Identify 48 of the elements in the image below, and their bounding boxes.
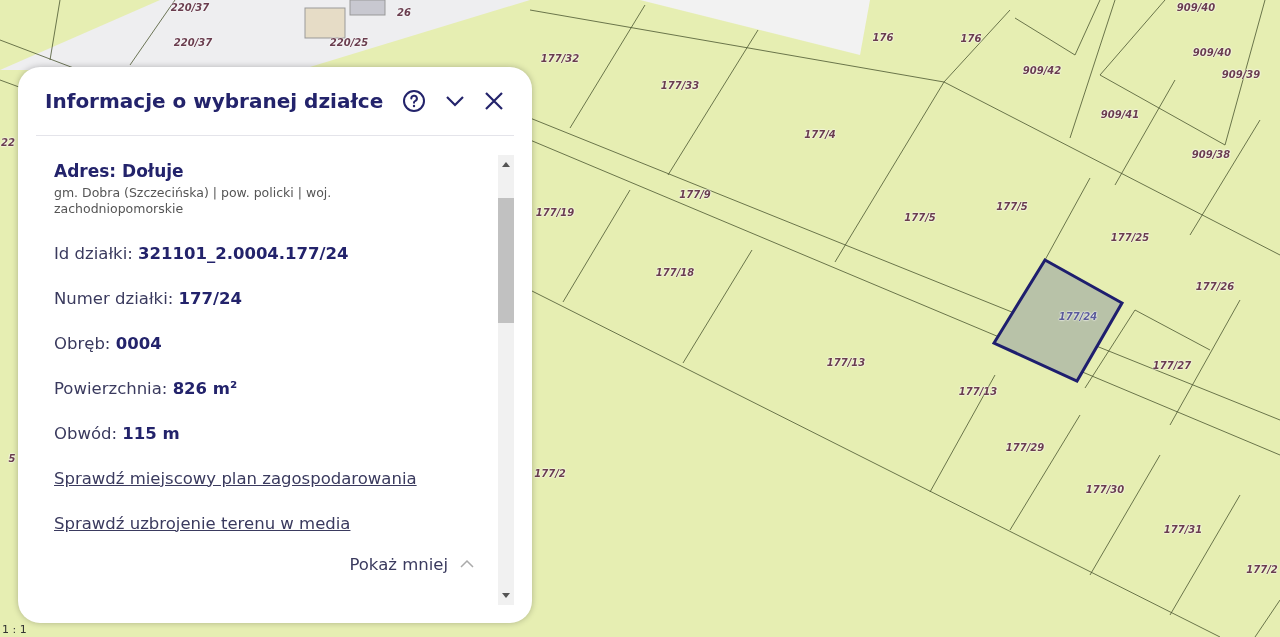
parcel-number: 5 xyxy=(8,452,16,464)
show-less-button[interactable]: Pokaż mniej xyxy=(349,554,474,574)
info-field: Numer działki: 177/24 xyxy=(54,288,498,308)
parcel-number: 177/2 xyxy=(534,467,566,479)
info-field: Id działki: 321101_2.0004.177/24 xyxy=(54,243,498,263)
parcel-number: 177/30 xyxy=(1085,483,1125,495)
parcel-number: 220/37 xyxy=(173,36,213,48)
parcel-boundary xyxy=(49,0,61,61)
parcel-number: 177/13 xyxy=(958,385,998,397)
parcel-number: 177/29 xyxy=(1005,441,1045,453)
parcel-number: 177/25 xyxy=(1110,231,1150,243)
parcel-number: 26 xyxy=(397,6,411,18)
scrollbar[interactable] xyxy=(498,155,514,605)
panel-title: Informacje o wybranej działce xyxy=(45,89,385,113)
parcel-number: 909/39 xyxy=(1221,68,1261,80)
parcel-number: 177/33 xyxy=(660,79,700,91)
parcel-number: 22 xyxy=(1,136,15,148)
info-field: Powierzchnia: 826 m² xyxy=(54,378,498,398)
parcel-number: 177/4 xyxy=(804,128,836,140)
parcel-number: 177/27 xyxy=(1152,359,1192,371)
link[interactable]: Sprawdź miejscowy plan zagospodarowania xyxy=(54,468,417,488)
parcel-number: 177/9 xyxy=(679,188,711,200)
parcel-number: 177/5 xyxy=(996,200,1028,212)
scale-label: 1 : 1 xyxy=(2,624,27,636)
parcel-number: 909/42 xyxy=(1022,64,1062,76)
info-field: Obwód: 115 m xyxy=(54,423,498,443)
parcel-number: 909/40 xyxy=(1192,46,1232,58)
parcel-number: 177/2 xyxy=(1246,563,1278,575)
parcel-number: 177/5 xyxy=(904,211,936,223)
parcel-number: 177/31 xyxy=(1163,523,1203,535)
info-field: Obręb: 0004 xyxy=(54,333,498,353)
parcel-number: 909/40 xyxy=(1176,1,1216,13)
parcel-number: 177/32 xyxy=(540,52,580,64)
address-title: Adres: Dołuje xyxy=(54,161,185,181)
parcel-number: 176 xyxy=(872,31,894,43)
address-details: gm. Dobra (Szczecińska) | pow. policki | woj. zachodniopomorskie xyxy=(54,185,333,218)
parcel-number: 177/13 xyxy=(826,356,866,368)
parcel-number: 909/41 xyxy=(1100,108,1140,120)
parcel-number: 176 xyxy=(960,32,982,44)
parcel-number: 220/37 xyxy=(170,1,210,13)
parcel-number: 909/38 xyxy=(1191,148,1231,160)
parcel-number: 177/18 xyxy=(655,266,695,278)
parcel-number: 177/26 xyxy=(1195,280,1235,292)
parcel-boundary xyxy=(1254,599,1280,637)
parcel-number: 177/19 xyxy=(535,206,575,218)
link[interactable]: Sprawdź uzbrojenie terenu w media xyxy=(54,513,351,533)
parcel-number: 220/25 xyxy=(329,36,369,48)
parcel-number: 177/24 xyxy=(1058,310,1098,322)
